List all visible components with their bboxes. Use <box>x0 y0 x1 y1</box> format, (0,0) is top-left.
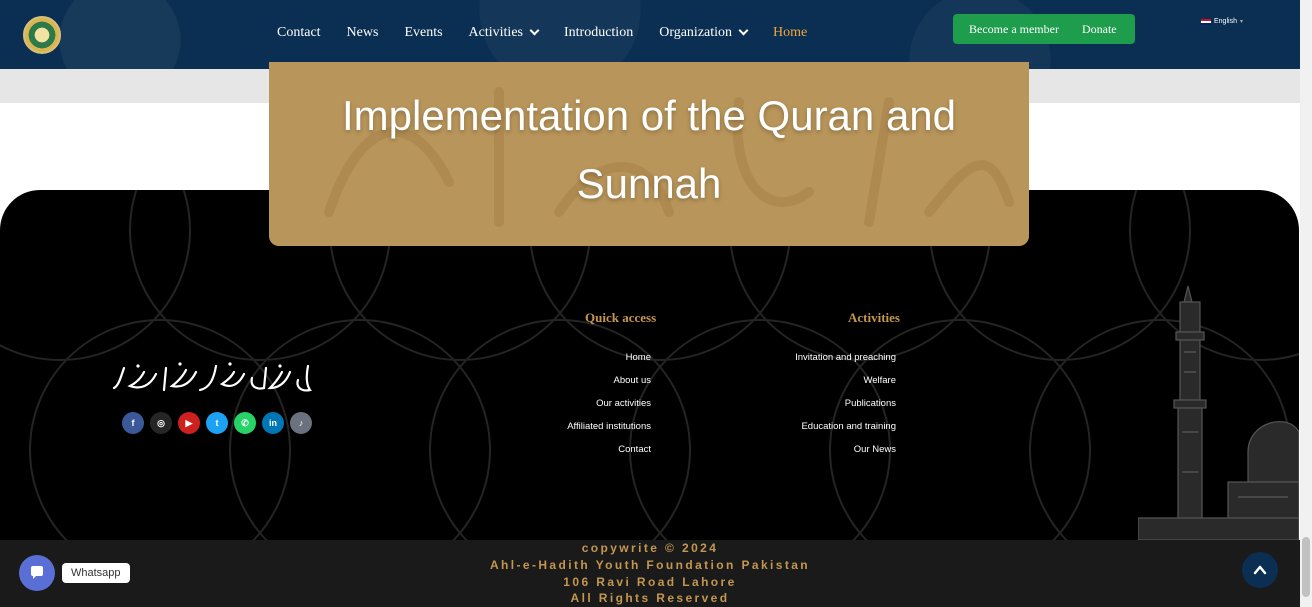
footer-link-activities[interactable]: Our activities <box>596 398 651 409</box>
footer-link-welfare[interactable]: Welfare <box>863 375 896 386</box>
cta-group: Become a member Donate <box>953 14 1135 44</box>
footer-link-affiliated[interactable]: Affiliated institutions <box>567 421 651 432</box>
page-scrollbar[interactable] <box>1300 0 1312 607</box>
footer-link-invitation[interactable]: Invitation and preaching <box>795 352 896 363</box>
donate-button[interactable]: Donate <box>1082 22 1117 37</box>
footer-link-contact[interactable]: Contact <box>618 444 651 455</box>
rights: All Rights Reserved <box>570 591 730 605</box>
nav-news[interactable]: News <box>347 25 379 41</box>
uk-flag-icon <box>1201 18 1211 25</box>
site-logo[interactable] <box>23 16 61 54</box>
nav-contact[interactable]: Contact <box>277 25 321 41</box>
tiktok-icon[interactable]: ♪ <box>290 412 312 434</box>
language-switcher[interactable]: English ▾ <box>1201 18 1243 25</box>
facebook-icon[interactable]: f <box>122 412 144 434</box>
copyright-bar: copywrite © 2024 Ahl-e-Hadith Youth Foun… <box>0 540 1300 607</box>
linkedin-icon[interactable]: in <box>262 412 284 434</box>
nav-introduction[interactable]: Introduction <box>564 25 633 41</box>
chevron-down-icon <box>738 25 749 36</box>
mosque-illustration <box>1138 285 1299 540</box>
address: 106 Ravi Road Lahore <box>563 575 737 589</box>
nav-label: News <box>346 25 379 40</box>
whatsapp-label[interactable]: Whatsapp <box>62 563 130 583</box>
become-member-button[interactable]: Become a member <box>969 22 1059 37</box>
activities-title: Activities <box>848 310 900 325</box>
chevron-down-icon <box>529 25 540 36</box>
instagram-icon[interactable]: ◎ <box>150 412 172 434</box>
twitter-icon[interactable]: t <box>206 412 228 434</box>
caret-down-icon: ▾ <box>1239 19 1243 25</box>
footer-link-home[interactable]: Home <box>626 352 651 363</box>
nav-label: Organization <box>659 25 733 40</box>
hero-banner: Implementation of the Quran and Sunnah <box>269 62 1029 246</box>
hero-title: Implementation of the Quran and Sunnah <box>269 82 1029 218</box>
nav-label: Home <box>773 25 808 40</box>
nav-label: Introduction <box>563 25 634 40</box>
nav-activities[interactable]: Activities <box>468 25 540 41</box>
social-links: f ◎ ▶ t ✆ in ♪ <box>122 412 312 434</box>
org-name: Ahl-e-Hadith Youth Foundation Pakistan <box>489 558 811 572</box>
whatsapp-chat-button[interactable] <box>19 555 55 591</box>
whatsapp-icon[interactable]: ✆ <box>234 412 256 434</box>
footer-link-about[interactable]: About us <box>614 375 652 386</box>
main-nav: Contact News Events Activities Introduct… <box>277 23 833 43</box>
nav-organization[interactable]: Organization <box>659 25 749 41</box>
youtube-icon[interactable]: ▶ <box>178 412 200 434</box>
hero-title-line: Sunnah <box>576 160 722 207</box>
copyright-text: copywrite © 2024 <box>581 541 719 555</box>
chat-icon <box>31 566 43 579</box>
scrollbar-thumb[interactable] <box>1302 537 1310 597</box>
hero-title-line: Implementation of the Quran and <box>341 92 957 139</box>
nav-label: Contact <box>277 25 321 40</box>
chevron-up-icon <box>1253 565 1267 575</box>
scroll-to-top-button[interactable] <box>1242 552 1278 588</box>
nav-home[interactable]: Home <box>773 25 807 41</box>
footer-link-news[interactable]: Our News <box>854 444 896 455</box>
quick-access-title: Quick access <box>585 310 657 325</box>
language-label: English <box>1214 18 1237 25</box>
nav-label: Activities <box>468 25 523 40</box>
footer-link-education[interactable]: Education and training <box>801 421 896 432</box>
nav-label: Events <box>404 25 443 40</box>
urdu-logo-calligraphy <box>112 362 312 392</box>
site-header: Contact News Events Activities Introduct… <box>0 0 1300 69</box>
footer-link-publications[interactable]: Publications <box>845 398 896 409</box>
nav-events[interactable]: Events <box>404 25 442 41</box>
